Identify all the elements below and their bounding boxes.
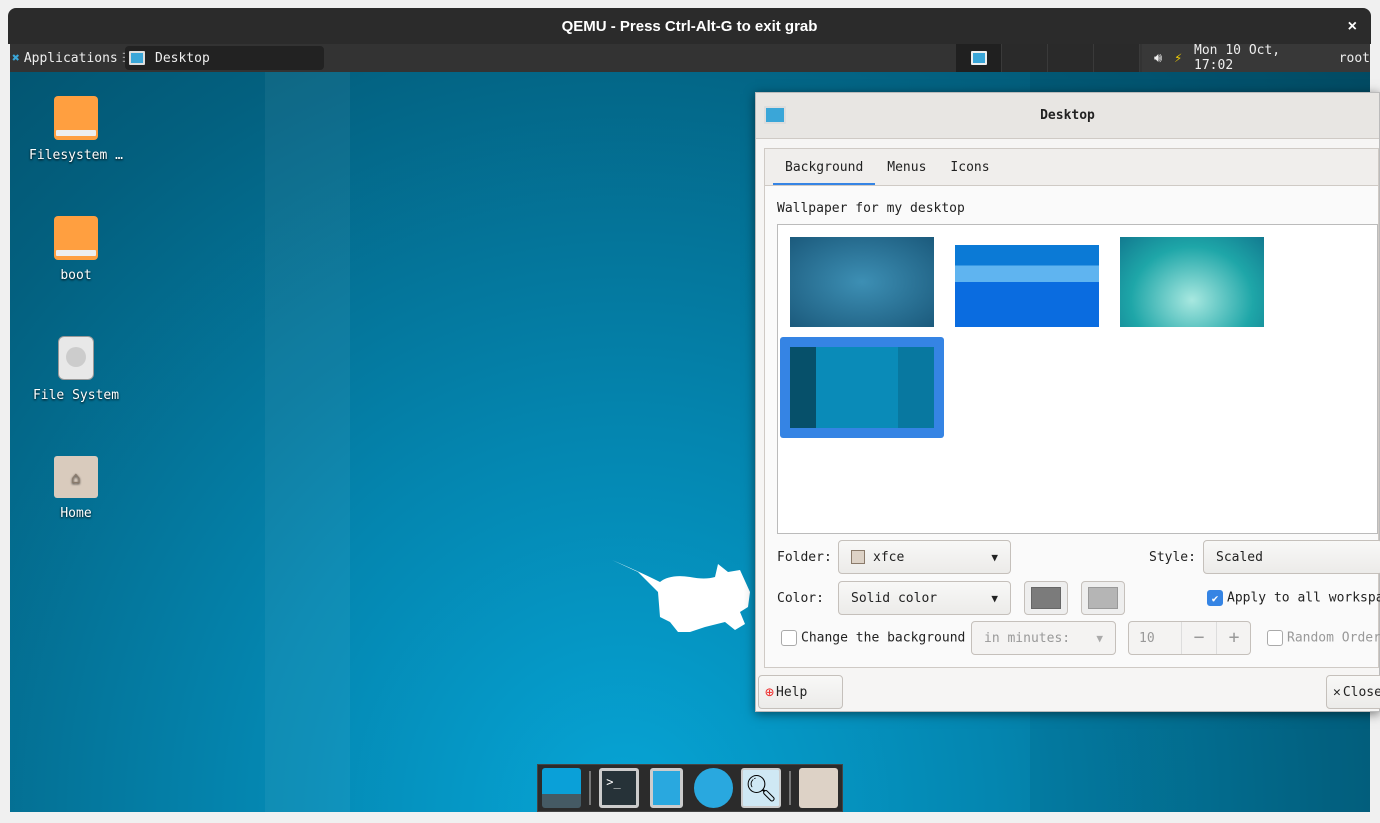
wallpaper-label: Wallpaper for my desktop — [777, 201, 965, 216]
chevron-down-icon: ▼ — [991, 591, 998, 605]
background-tab-page: Wallpaper for my desktop Folder: xfce ▼ S… — [764, 185, 1380, 668]
close-button[interactable]: ✕ Close — [1326, 675, 1380, 709]
xfce-logo-icon: ✖ — [12, 50, 20, 66]
change-background-checkbox[interactable]: Change the background — [781, 630, 965, 646]
clock[interactable]: Mon 10 Oct, 17:02 — [1194, 44, 1327, 73]
icon-label: Filesystem … — [29, 148, 123, 163]
random-order-label: Random Order — [1287, 630, 1380, 646]
primary-color-button[interactable] — [1024, 581, 1068, 615]
folder-label: Folder: — [777, 550, 832, 565]
applications-menu[interactable]: ✖Applications☰ — [12, 44, 133, 72]
monitor-icon — [970, 51, 987, 65]
workspace-4[interactable] — [1094, 44, 1140, 72]
close-label: Close — [1342, 684, 1380, 700]
desktop-icon-home[interactable]: ⌂ Home — [26, 456, 126, 521]
folder-icon[interactable] — [798, 768, 839, 808]
home-folder-icon: ⌂ — [54, 456, 98, 498]
drive-icon — [54, 216, 98, 260]
wallpaper-thumbnail[interactable] — [790, 237, 934, 327]
xfce-mouse-logo — [612, 560, 750, 632]
top-panel: ✖Applications☰ Desktop 🔊︎ ⚡ Mon 10 Oct, 1… — [10, 44, 1370, 73]
interval-spinner[interactable]: 10 − + — [1128, 621, 1251, 655]
desktop-icon-boot[interactable]: boot — [26, 216, 126, 283]
folder-dropdown[interactable]: xfce ▼ — [838, 540, 1011, 574]
drive-icon — [54, 96, 98, 140]
tab-icons[interactable]: Icons — [938, 149, 1001, 186]
close-icon[interactable]: × — [1348, 8, 1357, 46]
dialog-header: Desktop — [756, 93, 1379, 139]
task-label: Desktop — [155, 50, 210, 66]
lifebuoy-icon: ⊕ — [765, 683, 775, 701]
close-icon: ✕ — [1333, 684, 1341, 700]
hard-disk-icon — [58, 336, 94, 380]
web-browser-icon[interactable] — [694, 768, 734, 808]
power-icon[interactable]: ⚡ — [1174, 51, 1182, 66]
dock-separator — [589, 771, 592, 805]
wallpaper-thumbnail-selected[interactable] — [790, 347, 934, 428]
color-mode-value: Solid color — [851, 590, 938, 606]
apply-all-label: Apply to all workspaces — [1227, 590, 1380, 606]
icon-label: File System — [32, 388, 120, 403]
dock-separator — [788, 771, 791, 805]
workspace-switcher[interactable] — [956, 44, 1140, 72]
change-background-label: Change the background — [801, 630, 966, 646]
file-manager-icon[interactable] — [649, 768, 684, 808]
window-title: QEMU - Press Ctrl-Alt-G to exit grab — [561, 18, 818, 35]
icon-label: Home — [60, 506, 92, 521]
wallpaper-thumbnail[interactable] — [955, 245, 1099, 327]
desktop-icon-file-system[interactable]: File System — [26, 336, 126, 403]
applications-label: Applications — [23, 50, 118, 66]
decrement-button[interactable]: − — [1181, 622, 1216, 654]
interval-unit-value: in minutes: — [984, 630, 1071, 646]
desktop-settings-dialog: Desktop Background Menus Icons Wallpaper… — [755, 92, 1380, 712]
color-label: Color: — [777, 591, 824, 606]
interval-value: 10 — [1139, 630, 1155, 646]
tab-background[interactable]: Background — [773, 149, 876, 186]
dock: >_ 🔍︎ — [537, 764, 843, 812]
chevron-down-icon: ▼ — [991, 550, 998, 564]
desktop-settings-icon — [764, 106, 786, 124]
style-dropdown[interactable]: Scaled — [1203, 540, 1380, 574]
tab-menus[interactable]: Menus — [875, 149, 938, 186]
color-mode-dropdown[interactable]: Solid color ▼ — [838, 581, 1011, 615]
apply-all-workspaces-checkbox[interactable]: ✔Apply to all workspaces — [1207, 590, 1380, 606]
wallpaper-stripe — [265, 72, 350, 812]
workspace-1[interactable] — [956, 44, 1002, 72]
terminal-icon[interactable]: >_ — [599, 768, 639, 808]
checkbox-icon — [781, 630, 797, 646]
style-label: Style: — [1149, 550, 1196, 565]
interval-unit-dropdown[interactable]: in minutes: ▼ — [971, 621, 1116, 655]
monitor-icon — [129, 51, 145, 65]
secondary-color-swatch — [1088, 587, 1118, 609]
help-label: Help — [776, 684, 808, 700]
folder-icon — [851, 550, 865, 564]
checkbox-icon — [1267, 630, 1283, 646]
tab-bar: Background Menus Icons — [764, 148, 1379, 186]
secondary-color-button[interactable] — [1081, 581, 1125, 615]
checkmark-icon: ✔ — [1207, 590, 1223, 606]
qemu-title-bar: QEMU - Press Ctrl-Alt-G to exit grab × — [8, 8, 1371, 44]
increment-button[interactable]: + — [1216, 622, 1251, 654]
desktop-icon-filesystem-drive[interactable]: Filesystem … — [26, 96, 126, 163]
user-label[interactable]: root — [1339, 51, 1370, 66]
volume-icon[interactable]: 🔊︎ — [1154, 51, 1162, 66]
primary-color-swatch — [1031, 587, 1061, 609]
icon-label: boot — [60, 268, 92, 283]
workspace-2[interactable] — [1002, 44, 1048, 72]
show-desktop-icon[interactable] — [542, 768, 582, 808]
folder-value: xfce — [873, 549, 905, 565]
dialog-title: Desktop — [1040, 108, 1095, 123]
system-tray: 🔊︎ ⚡ Mon 10 Oct, 17:02 root — [1142, 44, 1370, 73]
workspace-3[interactable] — [1048, 44, 1094, 72]
random-order-checkbox[interactable]: Random Order — [1267, 630, 1380, 646]
chevron-down-icon: ▼ — [1096, 631, 1103, 645]
wallpaper-thumbnail[interactable] — [1120, 237, 1264, 327]
help-button[interactable]: ⊕ Help — [758, 675, 843, 709]
style-value: Scaled — [1216, 549, 1263, 565]
taskbar-button-desktop[interactable]: Desktop — [125, 46, 324, 70]
wallpaper-grid — [777, 224, 1378, 534]
app-finder-icon[interactable]: 🔍︎ — [741, 768, 781, 808]
